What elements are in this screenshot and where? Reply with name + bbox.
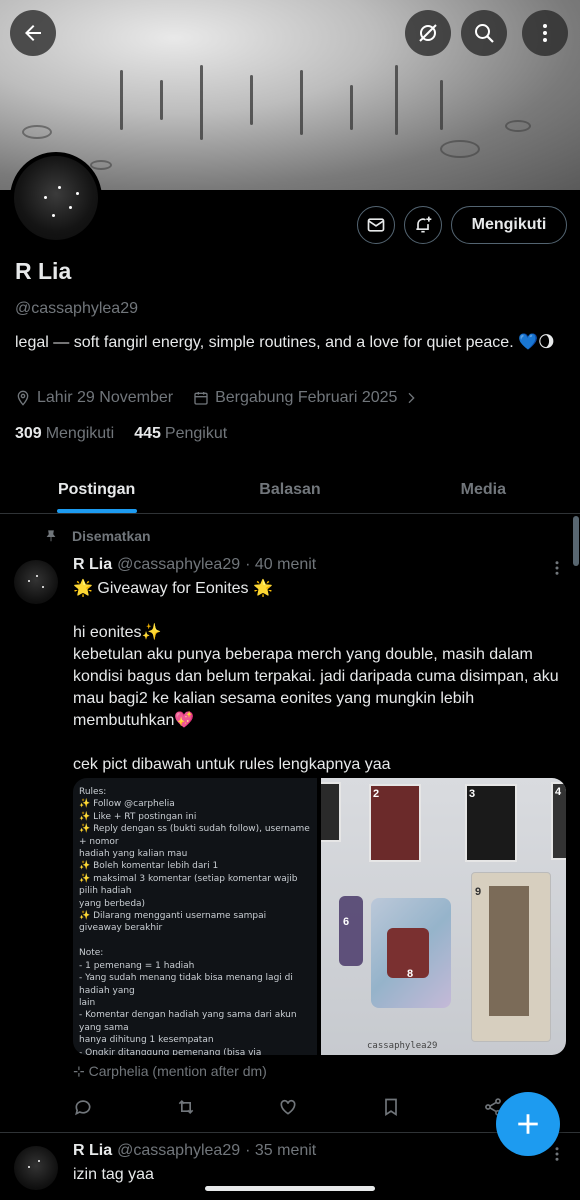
tab-media[interactable]: Media xyxy=(387,466,580,513)
post-divider xyxy=(0,1132,580,1133)
pinned-indicator: Disematkan xyxy=(44,528,151,544)
more-vertical-icon[interactable] xyxy=(548,559,566,577)
profile-meta: Lahir 29 November Bergabung Februari 202… xyxy=(15,389,419,407)
calendar-icon xyxy=(194,392,208,405)
bookmark-icon[interactable] xyxy=(381,1097,401,1117)
search-icon xyxy=(475,24,494,43)
profile-avatar[interactable] xyxy=(10,152,102,244)
chevron-right-icon[interactable] xyxy=(403,390,419,406)
rules-image[interactable]: Rules: ✨ Follow @carphelia ✨ Like + RT p… xyxy=(73,778,317,1055)
notify-button[interactable] xyxy=(404,206,442,244)
photo-number: 9 xyxy=(475,886,482,898)
home-indicator[interactable] xyxy=(205,1186,375,1191)
post-text: 🌟 Giveaway for Eonites 🌟 hi eonites✨ keb… xyxy=(73,580,559,773)
hide-reposts-button[interactable] xyxy=(405,10,451,56)
location-pin-icon xyxy=(17,390,29,406)
photo-number: 3 xyxy=(469,788,476,800)
pin-icon xyxy=(46,530,56,542)
hide-repost-icon xyxy=(419,24,437,42)
post-header: R Lia @cassaphylea29 · 35 menit xyxy=(73,1142,316,1160)
more-vertical-icon xyxy=(543,24,547,42)
post-avatar[interactable] xyxy=(14,1146,58,1190)
following-stat[interactable]: 309 Mengikuti xyxy=(15,425,114,443)
mail-icon xyxy=(367,218,385,232)
photo-number: 8 xyxy=(407,968,414,980)
plus-icon xyxy=(518,1114,538,1134)
profile-stats: 309 Mengikuti 445 Pengikut xyxy=(15,425,227,443)
post-author-handle: @cassaphylea29 xyxy=(117,556,241,573)
followers-label: Pengikut xyxy=(164,425,228,442)
reply-icon[interactable] xyxy=(73,1097,93,1117)
like-icon[interactable] xyxy=(278,1097,298,1117)
post-author-name[interactable]: R Lia xyxy=(73,556,112,574)
photo-number: 2 xyxy=(373,788,380,800)
photo-watermark: cassaphylea29 xyxy=(367,1041,438,1051)
post-text: izin tag yaa xyxy=(73,1166,154,1183)
pinned-label: Disematkan xyxy=(72,528,151,544)
merch-photo[interactable]: 2 3 4 6 8 9 cassaphylea29 xyxy=(321,778,566,1055)
photo-number: 4 xyxy=(555,786,562,798)
birth-date: Lahir 29 November xyxy=(37,389,174,406)
followers-stat[interactable]: 445 Pengikut xyxy=(134,425,227,443)
profile-handle: @cassaphylea29 xyxy=(15,300,138,317)
bell-plus-icon xyxy=(416,216,432,233)
post-author-handle: @cassaphylea29 xyxy=(117,1142,241,1159)
post-actions xyxy=(73,1097,503,1117)
back-button[interactable] xyxy=(10,10,56,56)
post-media[interactable]: Rules: ✨ Follow @carphelia ✨ Like + RT p… xyxy=(73,778,566,1055)
following-label: Mengikuti xyxy=(45,425,115,442)
post-time: · 35 menit xyxy=(245,1142,317,1159)
following-count: 309 xyxy=(15,425,42,442)
post-avatar[interactable] xyxy=(14,560,58,604)
followers-count: 445 xyxy=(134,425,161,442)
joined-date: Bergabung Februari 2025 xyxy=(215,389,398,406)
more-options-button[interactable] xyxy=(522,10,568,56)
post-time: · 40 menit xyxy=(245,556,317,573)
tab-postingan[interactable]: Postingan xyxy=(0,466,193,513)
profile-name: R Lia xyxy=(15,258,72,284)
profile-bio: legal — soft fangirl energy, simple rout… xyxy=(15,334,555,351)
profile-tabs: Postingan Balasan Media xyxy=(0,466,580,514)
arrow-left-icon xyxy=(25,25,41,41)
repost-icon[interactable] xyxy=(176,1097,196,1117)
scrollbar[interactable] xyxy=(573,516,579,566)
search-button[interactable] xyxy=(461,10,507,56)
following-button[interactable]: Mengikuti xyxy=(451,206,567,244)
post-header: R Lia @cassaphylea29 · 40 menit xyxy=(73,556,316,574)
more-vertical-icon[interactable] xyxy=(548,1145,566,1163)
compose-button[interactable] xyxy=(496,1092,560,1156)
photo-number: 6 xyxy=(343,916,350,928)
message-button[interactable] xyxy=(357,206,395,244)
post-source: ⊹ Carphelia (mention after dm) xyxy=(73,1063,267,1079)
tab-balasan[interactable]: Balasan xyxy=(193,466,386,513)
post-author-name[interactable]: R Lia xyxy=(73,1142,112,1160)
